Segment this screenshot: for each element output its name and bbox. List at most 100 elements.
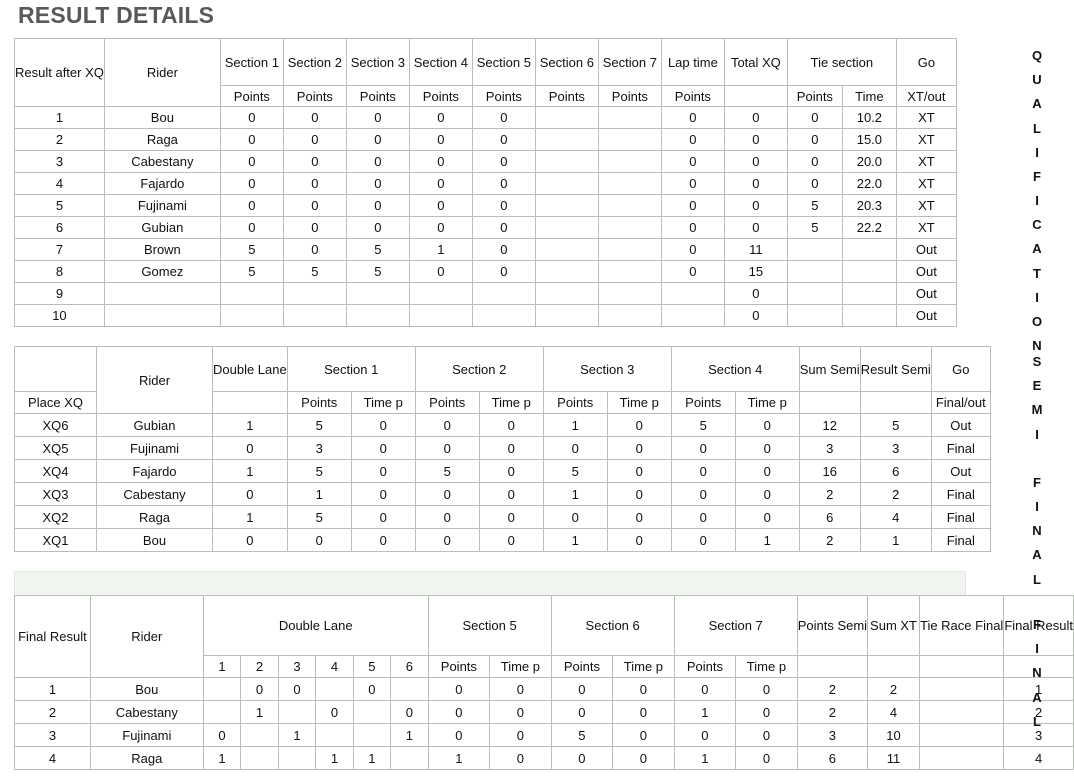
side-label-final: FINAL [1022,613,1052,734]
go-cell: Final [930,436,991,460]
section-7-points-cell [597,304,662,327]
table-row[interactable]: 7 Brown 5 0 5 1 0 0 11 Out [14,238,957,261]
section-2-time-cell: 0 [478,482,544,506]
sum-semi-cell: 6 [798,505,861,529]
final-body: 1 Bou 0 0 0 0 0 0 0 0 0 2 2 1 2 Cabestany 1 0 0 0 0 0 0 1 0 2 4 2 3 F… [14,677,1074,770]
final-rank-cell: 3 [14,723,91,747]
double-lane-5-cell [352,700,392,724]
table-row[interactable]: XQ6 Gubian 1 5 0 0 0 1 0 5 0 12 5 Out [14,413,991,437]
sub-section-6-points: Points [534,85,599,107]
section-1-points-cell [219,304,284,327]
table-row[interactable]: 1 Bou 0 0 0 0 0 0 0 0 10.2 XT [14,106,957,129]
col-result-after-xq: Result after XQ [14,38,105,107]
rank-cell: 1 [14,106,105,129]
table-row[interactable]: 2 Raga 0 0 0 0 0 0 0 0 15.0 XT [14,128,957,151]
section-3-points-cell: 0 [345,150,410,173]
col-semi-section-4: Section 4 [670,346,800,392]
section-6-time-cell: 0 [612,700,675,724]
table-row[interactable]: 10 0 Out [14,304,957,327]
section-4-points-cell: 0 [670,482,736,506]
table-row[interactable]: XQ5 Fujinami 0 3 0 0 0 0 0 0 0 3 3 Final [14,436,991,460]
tie-time-cell [841,282,897,305]
total-xq-cell: 15 [723,260,788,283]
table-row[interactable]: XQ2 Raga 1 5 0 0 0 0 0 0 0 6 4 Final [14,505,991,529]
section-5-points-cell: 0 [427,723,491,747]
section-4-points-cell: 0 [408,128,473,151]
total-xq-cell: 0 [723,282,788,305]
col-final-section-7: Section 7 [673,595,798,656]
side-label-letter: I [1035,289,1039,305]
double-lane-5-cell: 1 [352,746,392,770]
double-lane-4-cell [315,723,354,747]
double-lane-6-cell: 0 [390,700,429,724]
section-3-time-cell: 0 [606,436,672,460]
table-row[interactable]: 3 Fujinami 0 1 1 0 0 5 0 0 0 3 10 3 [14,723,1074,747]
rider-name-cell: Bou [89,677,204,701]
final-result-cell: 4 [1003,746,1074,770]
tie-time-cell: 22.0 [841,172,897,195]
table-row[interactable]: 3 Cabestany 0 0 0 0 0 0 0 0 20.0 XT [14,150,957,173]
tie-points-cell: 0 [786,150,843,173]
total-xq-cell: 11 [723,238,788,261]
go-cell: XT [895,106,957,129]
table-row[interactable]: 8 Gomez 5 5 5 0 0 0 15 Out [14,260,957,283]
rank-cell: 7 [14,238,105,261]
section-5-time-cell: 0 [489,700,552,724]
double-lane-cell: 0 [212,528,288,552]
qualification-table: Result after XQ Rider Section 1 Section … [14,38,957,327]
lap-time-points-cell: 0 [660,128,725,151]
section-3-time-cell: 0 [606,505,672,529]
section-7-points-cell: 0 [673,677,737,701]
section-6-points-cell [534,282,599,305]
go-cell: XT [895,150,957,173]
tie-time-cell [841,238,897,261]
section-2-points-cell: 0 [414,413,480,437]
section-4-points-cell [408,304,473,327]
table-row[interactable]: 4 Raga 1 1 1 1 0 0 0 1 0 6 11 4 [14,746,1074,770]
table-row[interactable]: 6 Gubian 0 0 0 0 0 0 0 5 22.2 XT [14,216,957,239]
side-label-qualification: QUALIFICATION [1022,44,1052,358]
table-row[interactable]: 9 0 Out [14,282,957,305]
table-row[interactable]: 1 Bou 0 0 0 0 0 0 0 0 0 2 2 1 [14,677,1074,701]
section-2-time-cell: 0 [478,528,544,552]
rank-cell: 3 [14,150,105,173]
go-cell: Out [895,304,957,327]
section-5-points-cell: 0 [471,106,536,129]
tie-points-cell [786,304,843,327]
rider-name-cell: Brown [103,238,221,261]
lap-time-points-cell: 0 [660,150,725,173]
table-row[interactable]: 5 Fujinami 0 0 0 0 0 0 0 5 20.3 XT [14,194,957,217]
side-label-letter: I [1035,144,1039,160]
qualification-body: 1 Bou 0 0 0 0 0 0 0 0 10.2 XT 2 Raga 0 0 0 0 0 0 0 0 15.0 XT 3 Ca… [14,106,957,327]
section-5-points-cell: 0 [471,194,536,217]
total-xq-cell: 0 [723,106,788,129]
col-semi-double-lane: Double Lane [212,346,288,392]
section-2-points-cell: 5 [414,459,480,483]
col-semi-sum: Sum Semi [798,346,861,392]
section-5-points-cell: 0 [471,150,536,173]
section-7-points-cell [597,106,662,129]
table-row[interactable]: 2 Cabestany 1 0 0 0 0 0 0 1 0 2 4 2 [14,700,1074,724]
sub-final-s7-points: Points [673,655,737,678]
double-lane-1-cell: 0 [202,723,242,747]
section-3-time-cell: 0 [606,528,672,552]
section-1-points-cell: 0 [286,528,352,552]
section-4-time-cell: 1 [734,528,800,552]
double-lane-4-cell: 0 [315,700,354,724]
side-label-letter: A [1032,689,1042,705]
table-row[interactable]: XQ4 Fajardo 1 5 0 5 0 5 0 0 0 16 6 Out [14,459,991,483]
go-cell: Final [930,482,991,506]
points-semi-cell: 2 [796,700,869,724]
sum-xt-cell: 11 [867,746,920,770]
col-final-double-lane: Double Lane [202,595,429,656]
section-4-points-cell: 0 [408,216,473,239]
table-row[interactable]: XQ3 Cabestany 0 1 0 0 0 1 0 0 0 2 2 Final [14,482,991,506]
rank-cell: 4 [14,172,105,195]
table-row[interactable]: 4 Fajardo 0 0 0 0 0 0 0 0 22.0 XT [14,172,957,195]
section-4-time-cell: 0 [734,413,800,437]
sub-semi-s1-time: Time p [350,391,416,414]
section-5-points-cell: 0 [427,677,491,701]
table-row[interactable]: XQ1 Bou 0 0 0 0 0 1 0 0 1 2 1 Final [14,528,991,552]
rider-name-cell: Fujinami [96,436,213,460]
rider-name-cell [103,304,221,327]
